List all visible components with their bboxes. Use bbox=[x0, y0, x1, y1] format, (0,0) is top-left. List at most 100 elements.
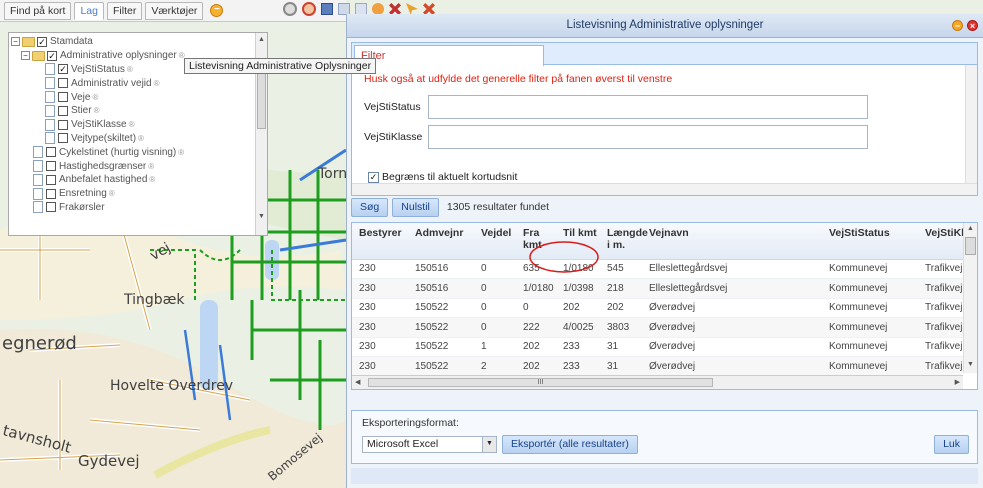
collapse-toggle-icon[interactable]: − bbox=[11, 37, 20, 47]
minimize-icon[interactable]: − bbox=[952, 20, 963, 31]
layer-checkbox-admin[interactable]: ✓ bbox=[47, 50, 57, 61]
chevron-down-icon[interactable]: ▼ bbox=[482, 437, 496, 452]
layer-checkbox[interactable] bbox=[46, 188, 56, 199]
info-icon[interactable]: ® bbox=[129, 120, 135, 129]
zoom-in-icon[interactable] bbox=[283, 2, 297, 16]
layer-node-other[interactable]: Ensretning ® bbox=[11, 187, 255, 201]
cell: Kommunevej bbox=[822, 278, 918, 299]
layer-checkbox[interactable] bbox=[58, 133, 68, 144]
window-titlebar[interactable]: Listevisning Administrative oplysninger … bbox=[347, 14, 983, 38]
search-button[interactable]: Søg bbox=[351, 197, 389, 217]
scroll-down-icon[interactable]: ▼ bbox=[257, 213, 266, 221]
layer-node-item[interactable]: Veje ® bbox=[11, 90, 255, 104]
scroll-thumb[interactable] bbox=[257, 71, 266, 129]
table-row[interactable]: 230 150522 2 202 233 31 Øverødvej Kommunevej Tra… bbox=[352, 356, 963, 377]
info-icon[interactable]: ® bbox=[154, 79, 160, 88]
layer-node-item[interactable]: Vejtype(skiltet) ® bbox=[11, 132, 255, 146]
col-header-vejdel[interactable]: Vejdel bbox=[474, 223, 516, 260]
folder-icon bbox=[22, 36, 35, 47]
layer-label: Cykelstinet (hurtig visning) bbox=[59, 146, 177, 158]
cell: 150516 bbox=[408, 259, 474, 279]
reset-button[interactable]: Nulstil bbox=[392, 197, 439, 217]
table-row[interactable]: 230 150522 0 222 4/0025 3803 Øverødvej Kommunev… bbox=[352, 317, 963, 338]
cell: Kommunevej bbox=[822, 298, 918, 318]
layer-page-icon bbox=[33, 173, 43, 186]
tab-layers[interactable]: Lag bbox=[74, 1, 104, 20]
collapse-icon[interactable]: − bbox=[210, 4, 224, 17]
tab-find[interactable]: Find på kort bbox=[4, 1, 72, 20]
cell: 222 bbox=[516, 317, 556, 338]
layer-checkbox[interactable] bbox=[46, 147, 56, 158]
layer-node-other[interactable]: Anbefalet hastighed ® bbox=[11, 173, 255, 187]
layer-node-other[interactable]: Frakørsler bbox=[11, 201, 255, 215]
export-button[interactable]: Eksportér (alle resultater) bbox=[502, 435, 638, 454]
cell: Trafikvej, prim bbox=[918, 278, 963, 299]
col-header-vejstistatus[interactable]: VejStiStatus bbox=[822, 223, 918, 260]
layer-checkbox[interactable] bbox=[46, 161, 56, 172]
layer-checkbox[interactable] bbox=[58, 78, 68, 89]
scroll-thumb[interactable]: III bbox=[368, 378, 713, 387]
layer-node-item[interactable]: Stier ® bbox=[11, 104, 255, 118]
col-header-laengde[interactable]: Længde i m. bbox=[600, 223, 648, 260]
cell: 150522 bbox=[408, 317, 474, 338]
col-header-bestyrer[interactable]: Bestyrer bbox=[352, 223, 408, 260]
layer-label: Frakørsler bbox=[59, 201, 105, 213]
table-row[interactable]: 230 150522 1 202 233 31 Øverødvej Kommunevej Tra… bbox=[352, 337, 963, 357]
vejstiklasse-label: VejStiKlasse bbox=[364, 131, 423, 143]
scroll-left-icon[interactable]: ◀ bbox=[355, 378, 360, 386]
info-icon[interactable]: ® bbox=[148, 162, 154, 171]
scroll-up-icon[interactable]: ▲ bbox=[966, 225, 975, 233]
grid-hscroll[interactable]: ◀ III ▶ bbox=[352, 375, 963, 389]
export-format-select[interactable]: Microsoft Excel ▼ bbox=[362, 436, 497, 453]
info-icon[interactable]: ® bbox=[92, 93, 98, 102]
col-header-vejnavn[interactable]: Vejnavn bbox=[642, 223, 822, 260]
layer-checkbox[interactable] bbox=[46, 202, 56, 213]
limit-to-map-checkbox[interactable]: ✓ bbox=[368, 171, 379, 183]
tab-tools[interactable]: Værktøjer bbox=[145, 1, 204, 20]
info-icon[interactable]: ® bbox=[127, 65, 133, 74]
collapse-toggle-icon[interactable]: − bbox=[21, 51, 30, 61]
info-icon[interactable]: ® bbox=[138, 134, 144, 143]
scroll-up-icon[interactable]: ▲ bbox=[257, 36, 266, 44]
info-icon[interactable]: ® bbox=[178, 148, 184, 157]
filter-hscroll[interactable] bbox=[352, 183, 977, 195]
cell: 150522 bbox=[408, 337, 474, 357]
layer-node-other[interactable]: Hastighedsgrænser ® bbox=[11, 159, 255, 173]
cell: Kommunevej bbox=[822, 337, 918, 357]
table-row[interactable]: 230 150516 0 1/0180 1/0398 218 Elleslettegårds… bbox=[352, 278, 963, 299]
cell: Øverødvej bbox=[642, 337, 822, 357]
col-header-vejstiklasse[interactable]: VejStiKlasse bbox=[918, 223, 977, 260]
layer-node-other[interactable]: Cykelstinet (hurtig visning) ® bbox=[11, 145, 255, 159]
layer-checkbox[interactable] bbox=[58, 105, 68, 116]
info-icon[interactable]: ® bbox=[149, 175, 155, 184]
layer-label: Veje bbox=[71, 91, 91, 103]
layer-checkbox[interactable] bbox=[46, 174, 56, 185]
grid-vscroll[interactable]: ▲ ▼ bbox=[963, 223, 977, 373]
tab-filter-panel[interactable]: Filter bbox=[354, 45, 544, 66]
vejstistatus-input[interactable] bbox=[428, 95, 868, 119]
scroll-thumb[interactable] bbox=[965, 237, 976, 255]
scroll-down-icon[interactable]: ▼ bbox=[966, 361, 975, 369]
layer-node-item[interactable]: VejStiKlasse ® bbox=[11, 118, 255, 132]
layer-node-item[interactable]: Administrativ vejid ® bbox=[11, 76, 255, 90]
tab-filter[interactable]: Filter bbox=[106, 1, 143, 20]
layer-checkbox[interactable] bbox=[58, 92, 68, 103]
layer-checkbox-stamdata[interactable]: ✓ bbox=[37, 36, 47, 47]
table-row[interactable]: 230 150516 0 635 1/0180 545 Elleslettegårdsvej… bbox=[352, 259, 963, 279]
info-icon[interactable]: ® bbox=[109, 189, 115, 198]
zoom-out-icon[interactable] bbox=[302, 2, 316, 16]
close-button[interactable]: Luk bbox=[934, 435, 969, 454]
limit-to-map-option[interactable]: ✓ Begræns til aktuelt kortudsnit bbox=[368, 171, 517, 183]
filter-vscroll[interactable] bbox=[965, 65, 977, 183]
layer-checkbox[interactable]: ✓ bbox=[58, 64, 68, 75]
info-icon[interactable]: ® bbox=[94, 106, 100, 115]
layer-checkbox[interactable] bbox=[58, 119, 68, 130]
col-header-admvejnr[interactable]: Admvejnr bbox=[408, 223, 474, 260]
layer-node-stamdata[interactable]: − ✓ Stamdata bbox=[11, 35, 255, 49]
scroll-right-icon[interactable]: ▶ bbox=[955, 378, 960, 386]
save-icon[interactable] bbox=[321, 3, 333, 15]
vejstiklasse-input[interactable] bbox=[428, 125, 868, 149]
table-row[interactable]: 230 150522 0 0 202 202 Øverødvej Kommunevej Traf… bbox=[352, 298, 963, 318]
close-icon[interactable]: × bbox=[967, 20, 978, 31]
layer-label: Hastighedsgrænser bbox=[59, 160, 147, 172]
